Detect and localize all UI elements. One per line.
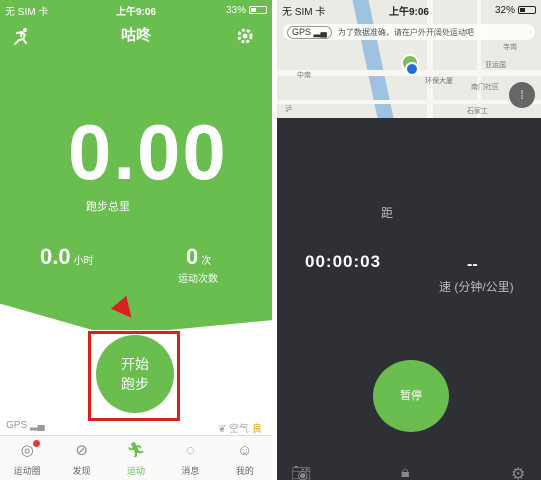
runs-value: 0	[186, 244, 199, 269]
right-screen: 环保大厦 南门社区 寺岗 亚运国 石家工 中南 泸 ⁞ 无 SIM 卡 上午9:…	[277, 0, 541, 480]
battery-icon	[518, 6, 536, 14]
tab-discover[interactable]: ⊘ 发现	[54, 436, 108, 480]
runs-stat: 0次	[186, 244, 211, 270]
gps-indicator: GPS ▂▄	[6, 420, 45, 431]
tab-messages[interactable]: ◌ 消息	[163, 436, 217, 480]
duration-value: 0.0	[40, 244, 71, 269]
gps-hint-bar: GPS ▂▄ 为了数据准确，请在户外开阔处运动吧	[283, 24, 535, 40]
air-label: 空气	[229, 424, 249, 435]
map-label: 环保大厦	[425, 78, 453, 85]
total-distance-label: 跑步总里	[86, 201, 130, 213]
air-quality: ❦ 空气良	[218, 420, 262, 435]
status-bar: 无 SIM 卡 上午9:06 33%	[0, 0, 272, 20]
air-value: 良	[252, 424, 262, 435]
tab-label: 消息	[181, 466, 200, 476]
clock: 上午9:06	[388, 6, 429, 18]
tab-label: 运动	[127, 466, 146, 476]
compass-icon[interactable]: ⁞	[509, 82, 535, 108]
gps-label: GPS	[6, 420, 28, 431]
total-distance-value: 0.00	[68, 108, 228, 196]
lock-icon[interactable]: 🔒︎	[401, 464, 410, 480]
gps-label: GPS	[292, 26, 312, 37]
road	[277, 100, 541, 104]
gear-icon[interactable]	[236, 27, 254, 45]
duration-stat: 0.0 小时	[40, 244, 94, 270]
map-label: 石家工	[467, 108, 488, 115]
runs-label: 运动次数	[178, 274, 218, 285]
elapsed-timer: 00:00:03	[305, 252, 382, 271]
duration-unit: 小时	[73, 256, 94, 267]
battery-icon	[249, 6, 267, 14]
pace-label: 速 (分钟/公里)	[439, 280, 514, 294]
distance-label: 距	[381, 206, 394, 220]
gear-icon[interactable]: ⚙	[511, 464, 525, 480]
leaf-icon: ❦	[217, 424, 227, 435]
pace-value: --	[467, 256, 478, 273]
tab-me[interactable]: ☺ 我的	[218, 436, 272, 480]
tab-moments[interactable]: ◎ 运动圈	[0, 436, 54, 480]
runs-unit: 次	[201, 256, 212, 267]
page-title: 咕咚	[120, 27, 151, 44]
left-screen: 无 SIM 卡 上午9:06 33% 咕咚 0.00 跑步总里 0.0 小时 0次…	[0, 0, 272, 480]
chat-icon: ◌	[185, 442, 195, 459]
map-label: 寺岗	[503, 44, 517, 51]
clock: 上午9:06	[115, 6, 156, 18]
tab-label: 我的	[235, 466, 254, 476]
map-label: 泸	[285, 106, 292, 113]
status-bar: 无 SIM 卡 上午9:06 32%	[277, 0, 541, 20]
tab-sport[interactable]: 🏃︎ 运动	[109, 436, 163, 480]
camera-icon[interactable]: 📷︎	[291, 464, 311, 480]
runner-icon: 🏃︎	[126, 442, 146, 459]
pause-button[interactable]: 暂停	[373, 360, 449, 432]
map-label: 中南	[297, 72, 311, 79]
tab-label: 运动圈	[13, 466, 41, 476]
location-dot-icon	[405, 62, 419, 76]
tab-label: 发现	[72, 466, 91, 476]
notification-dot	[33, 440, 41, 447]
map-label: 南门社区	[471, 84, 499, 91]
tab-bar: ◎ 运动圈 ⊘ 发现 🏃︎ 运动 ◌ 消息 ☺ 我的	[0, 435, 272, 480]
compass-icon: ⊘	[75, 442, 88, 459]
gps-hint-text: 为了数据准确，请在户外开阔处运动吧	[337, 27, 474, 37]
person-icon: ☺	[237, 442, 253, 459]
gps-pill: GPS ▂▄	[287, 25, 332, 39]
signal-icon: ▂▄	[29, 420, 45, 431]
app-header: 咕咚	[0, 22, 272, 50]
highlight-box	[88, 331, 180, 421]
map-label: 亚运国	[485, 62, 506, 69]
